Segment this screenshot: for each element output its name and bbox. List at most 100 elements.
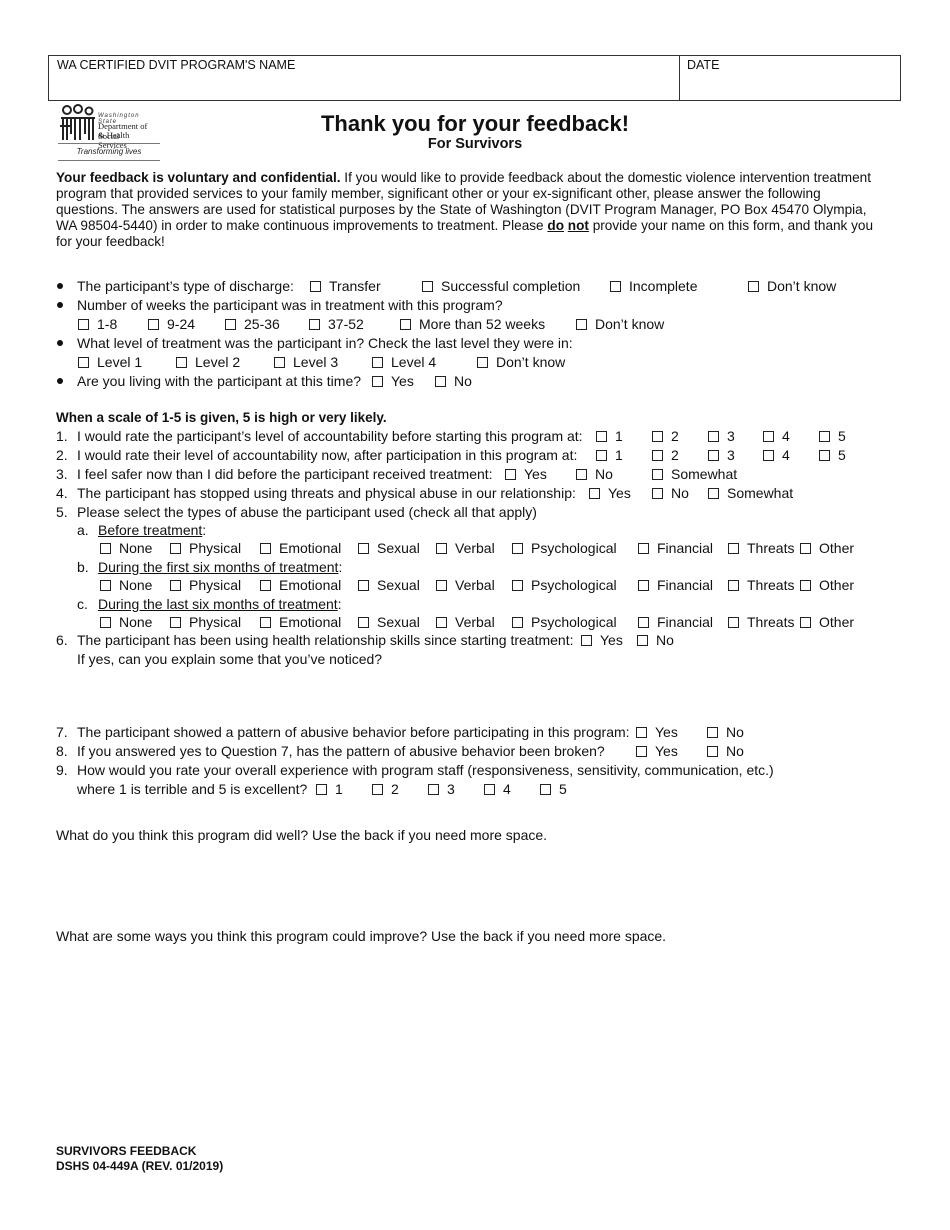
checkbox[interactable] xyxy=(310,281,321,292)
checkbox[interactable] xyxy=(260,617,271,628)
checkbox[interactable] xyxy=(436,543,447,554)
abuse-type-option[interactable]: Emotional xyxy=(260,577,341,593)
checkbox[interactable] xyxy=(636,727,647,738)
checkbox[interactable] xyxy=(435,376,446,387)
checkbox[interactable] xyxy=(372,357,383,368)
checkbox[interactable] xyxy=(800,617,811,628)
checkbox[interactable] xyxy=(589,488,600,499)
q1-option[interactable]: 3 xyxy=(708,428,735,444)
checkbox[interactable] xyxy=(225,319,236,330)
checkbox[interactable] xyxy=(819,431,830,442)
abuse-type-option[interactable]: Emotional xyxy=(260,614,341,630)
checkbox[interactable] xyxy=(428,784,439,795)
checkbox[interactable] xyxy=(763,450,774,461)
q3-option[interactable]: Yes xyxy=(505,466,547,482)
checkbox[interactable] xyxy=(638,580,649,591)
q1-option[interactable]: 2 xyxy=(652,428,679,444)
abuse-type-option[interactable]: Other xyxy=(800,540,854,556)
checkbox[interactable] xyxy=(358,543,369,554)
checkbox[interactable] xyxy=(316,784,327,795)
weeks-option[interactable]: 1-8 xyxy=(78,316,117,332)
checkbox[interactable] xyxy=(78,357,89,368)
level-option[interactable]: Level 4 xyxy=(372,354,436,370)
q9-option[interactable]: 5 xyxy=(540,781,567,797)
q6-option[interactable]: Yes xyxy=(581,632,623,648)
q2-option[interactable]: 4 xyxy=(763,447,790,463)
checkbox[interactable] xyxy=(763,431,774,442)
abuse-type-option[interactable]: Other xyxy=(800,614,854,630)
living-option[interactable]: Yes xyxy=(372,373,414,389)
checkbox[interactable] xyxy=(505,469,516,480)
abuse-type-option[interactable]: Other xyxy=(800,577,854,593)
checkbox[interactable] xyxy=(652,450,663,461)
q4-option[interactable]: Yes xyxy=(589,485,631,501)
abuse-type-option[interactable]: Physical xyxy=(170,614,241,630)
abuse-type-option[interactable]: None xyxy=(100,614,152,630)
abuse-type-option[interactable]: Sexual xyxy=(358,577,420,593)
abuse-type-option[interactable]: Psychological xyxy=(512,577,617,593)
did-well-answer-area[interactable] xyxy=(56,846,896,921)
checkbox[interactable] xyxy=(652,488,663,499)
checkbox[interactable] xyxy=(358,617,369,628)
checkbox[interactable] xyxy=(372,784,383,795)
checkbox[interactable] xyxy=(638,543,649,554)
level-option[interactable]: Level 3 xyxy=(274,354,338,370)
checkbox[interactable] xyxy=(100,580,111,591)
checkbox[interactable] xyxy=(176,357,187,368)
q1-option[interactable]: 4 xyxy=(763,428,790,444)
abuse-type-option[interactable]: Verbal xyxy=(436,577,495,593)
abuse-type-option[interactable]: Threats xyxy=(728,577,794,593)
date-input[interactable] xyxy=(683,74,897,98)
q3-option[interactable]: Somewhat xyxy=(652,466,737,482)
checkbox[interactable] xyxy=(148,319,159,330)
checkbox[interactable] xyxy=(260,580,271,591)
q1-option[interactable]: 5 xyxy=(819,428,846,444)
abuse-type-option[interactable]: Threats xyxy=(728,540,794,556)
q7-option[interactable]: No xyxy=(707,724,744,740)
abuse-type-option[interactable]: Verbal xyxy=(436,540,495,556)
checkbox[interactable] xyxy=(512,617,523,628)
checkbox[interactable] xyxy=(728,543,739,554)
q8-option[interactable]: No xyxy=(707,743,744,759)
checkbox[interactable] xyxy=(610,281,621,292)
checkbox[interactable] xyxy=(652,431,663,442)
checkbox[interactable] xyxy=(436,617,447,628)
abuse-type-option[interactable]: Psychological xyxy=(512,614,617,630)
checkbox[interactable] xyxy=(596,450,607,461)
q2-option[interactable]: 1 xyxy=(596,447,623,463)
checkbox[interactable] xyxy=(540,784,551,795)
level-option[interactable]: Level 2 xyxy=(176,354,240,370)
improve-answer-area[interactable] xyxy=(56,947,896,1127)
checkbox[interactable] xyxy=(576,319,587,330)
checkbox[interactable] xyxy=(170,580,181,591)
abuse-type-option[interactable]: Threats xyxy=(728,614,794,630)
checkbox[interactable] xyxy=(728,580,739,591)
checkbox[interactable] xyxy=(436,580,447,591)
abuse-type-option[interactable]: Sexual xyxy=(358,614,420,630)
q6-explain-area[interactable] xyxy=(77,670,897,718)
living-option[interactable]: No xyxy=(435,373,472,389)
abuse-type-option[interactable]: Financial xyxy=(638,540,713,556)
checkbox[interactable] xyxy=(728,617,739,628)
q6-option[interactable]: No xyxy=(637,632,674,648)
checkbox[interactable] xyxy=(800,543,811,554)
q8-option[interactable]: Yes xyxy=(636,743,678,759)
checkbox[interactable] xyxy=(484,784,495,795)
q4-option[interactable]: No xyxy=(652,485,689,501)
checkbox[interactable] xyxy=(274,357,285,368)
checkbox[interactable] xyxy=(477,357,488,368)
abuse-type-option[interactable]: None xyxy=(100,577,152,593)
abuse-type-option[interactable]: Sexual xyxy=(358,540,420,556)
q2-option[interactable]: 2 xyxy=(652,447,679,463)
weeks-option[interactable]: More than 52 weeks xyxy=(400,316,545,332)
weeks-option[interactable]: 37-52 xyxy=(309,316,364,332)
q3-option[interactable]: No xyxy=(576,466,613,482)
abuse-type-option[interactable]: Psychological xyxy=(512,540,617,556)
weeks-option[interactable]: 9-24 xyxy=(148,316,195,332)
checkbox[interactable] xyxy=(512,543,523,554)
q4-option[interactable]: Somewhat xyxy=(708,485,793,501)
level-option[interactable]: Don’t know xyxy=(477,354,565,370)
discharge-option[interactable]: Incomplete xyxy=(610,278,697,294)
checkbox[interactable] xyxy=(358,580,369,591)
checkbox[interactable] xyxy=(652,469,663,480)
